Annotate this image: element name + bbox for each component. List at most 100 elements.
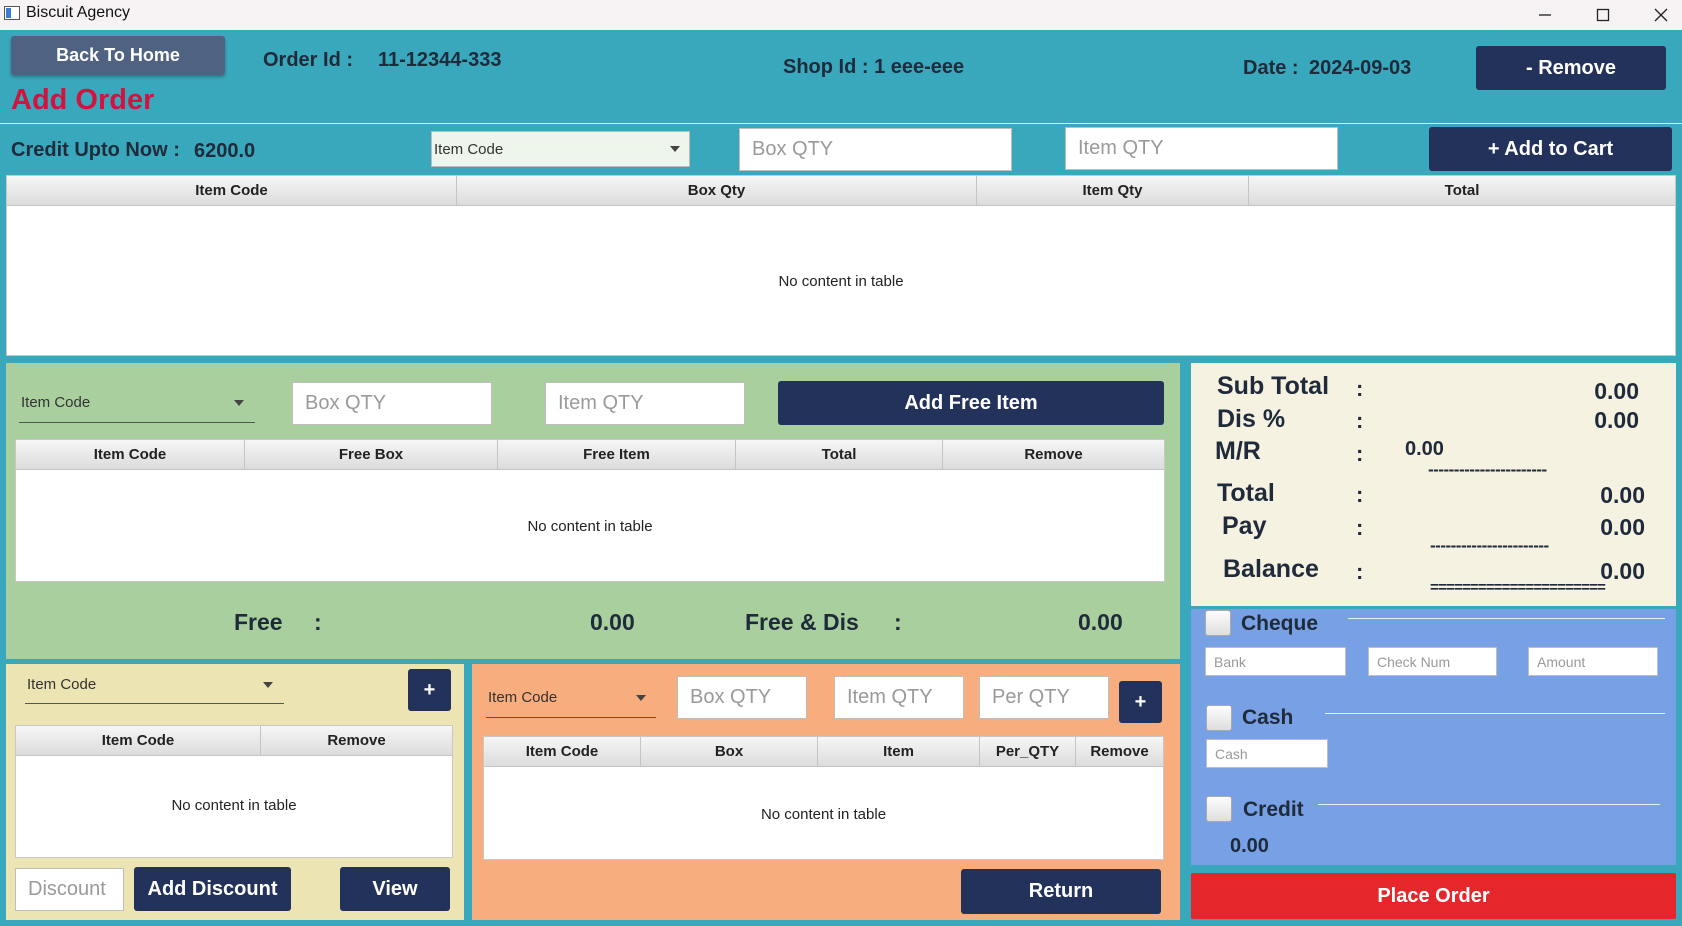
mr-colon: : xyxy=(1356,441,1364,466)
discount-empty-text: No content in table xyxy=(171,797,297,814)
return-item-qty-input[interactable]: Item QTY xyxy=(834,676,964,719)
balance-colon: : xyxy=(1356,559,1364,584)
add-free-item-button[interactable]: Add Free Item xyxy=(778,381,1164,425)
date-value: 2024-09-03 xyxy=(1309,57,1412,79)
cart-col-item-code[interactable]: Item Code xyxy=(7,176,457,205)
summary-divider-2: ----------------------- xyxy=(1430,536,1549,555)
cart-item-qty-input[interactable]: Item QTY xyxy=(1065,127,1338,170)
free-col-item-code[interactable]: Item Code xyxy=(16,440,245,469)
pay-value: 0.00 xyxy=(1600,514,1645,540)
credit-label: Credit Upto Now : xyxy=(11,139,180,161)
summary-divider-double: ====================== xyxy=(1430,579,1606,596)
page-title: Add Order xyxy=(11,84,155,116)
minimize-icon[interactable] xyxy=(1518,0,1572,30)
cheque-label: Cheque xyxy=(1241,612,1319,635)
return-empty-text: No content in table xyxy=(760,806,887,823)
cart-col-total[interactable]: Total xyxy=(1249,176,1675,205)
discount-input[interactable]: Discount xyxy=(15,868,124,911)
return-col-item[interactable]: Item xyxy=(818,737,980,766)
back-to-home-button[interactable]: Back To Home xyxy=(11,36,225,75)
chevron-down-icon xyxy=(636,695,646,701)
cash-label: Cash xyxy=(1242,706,1294,729)
remove-order-button[interactable]: - Remove xyxy=(1476,46,1666,90)
dis-label: Dis % xyxy=(1217,405,1286,433)
return-item-code-combo[interactable]: Item Code xyxy=(486,678,656,718)
amount-input[interactable]: Amount xyxy=(1528,647,1658,676)
return-per-qty-input[interactable]: Per QTY xyxy=(979,676,1109,719)
cart-col-item-qty[interactable]: Item Qty xyxy=(977,176,1249,205)
add-discount-button[interactable]: Add Discount xyxy=(134,867,291,911)
date-label: Date : xyxy=(1243,57,1299,79)
header-divider xyxy=(0,123,1682,124)
balance-value: 0.00 xyxy=(1600,558,1645,584)
sub-total-value: 0.00 xyxy=(1594,378,1639,404)
return-col-remove[interactable]: Remove xyxy=(1076,737,1163,766)
free-dis-colon: : xyxy=(894,609,902,635)
return-col-box[interactable]: Box xyxy=(641,737,818,766)
cash-checkbox[interactable] xyxy=(1206,705,1232,731)
free-colon: : xyxy=(314,609,322,635)
order-id-label: Order Id : xyxy=(263,49,354,71)
add-to-cart-button[interactable]: + Add to Cart xyxy=(1429,127,1672,171)
total-label: Total xyxy=(1217,479,1275,507)
free-item-code-combo[interactable]: Item Code xyxy=(19,383,255,423)
return-button[interactable]: Return xyxy=(961,869,1161,914)
credit-payment-label: Credit xyxy=(1243,798,1304,821)
free-dis-label: Free & Dis xyxy=(745,609,859,635)
credit-checkbox[interactable] xyxy=(1206,796,1232,822)
cart-col-box-qty[interactable]: Box Qty xyxy=(457,176,977,205)
free-dis-value: 0.00 xyxy=(1078,609,1123,635)
balance-label: Balance xyxy=(1223,555,1319,583)
sub-total-colon: : xyxy=(1356,376,1364,401)
cart-item-code-combo[interactable]: Item Code xyxy=(431,131,690,167)
cheque-checkbox[interactable] xyxy=(1205,610,1231,636)
maximize-icon[interactable] xyxy=(1576,0,1630,30)
discount-item-code-combo[interactable]: Item Code xyxy=(25,666,284,704)
app-icon xyxy=(4,6,20,20)
sub-total-label: Sub Total xyxy=(1217,372,1330,400)
return-col-per-qty[interactable]: Per_QTY xyxy=(980,737,1076,766)
place-order-button[interactable]: Place Order xyxy=(1191,873,1676,919)
free-item-qty-input[interactable]: Item QTY xyxy=(545,382,745,425)
discount-table-header: Item Code Remove xyxy=(16,726,452,756)
pay-colon: : xyxy=(1356,515,1364,540)
cash-input[interactable]: Cash xyxy=(1206,739,1328,768)
summary-divider-1: ----------------------- xyxy=(1428,460,1547,479)
mr-label: M/R xyxy=(1215,437,1261,465)
discount-col-item-code[interactable]: Item Code xyxy=(16,726,261,755)
bank-input[interactable]: Bank xyxy=(1205,647,1346,676)
return-add-item-button[interactable]: + xyxy=(1119,681,1162,723)
total-value: 0.00 xyxy=(1600,482,1645,508)
free-col-free-item[interactable]: Free Item xyxy=(498,440,736,469)
window-titlebar: Biscuit Agency xyxy=(0,0,1682,30)
discount-col-remove[interactable]: Remove xyxy=(261,726,452,755)
free-box-qty-input[interactable]: Box QTY xyxy=(292,382,492,425)
check-num-input[interactable]: Check Num xyxy=(1368,647,1497,676)
view-discount-button[interactable]: View xyxy=(340,867,450,911)
free-table-header: Item Code Free Box Free Item Total Remov… xyxy=(16,440,1164,470)
cart-empty-text: No content in table xyxy=(778,273,904,290)
cheque-separator xyxy=(1348,618,1665,619)
dis-value: 0.00 xyxy=(1594,407,1639,433)
discount-table: Item Code Remove No content in table xyxy=(15,725,453,858)
free-col-remove[interactable]: Remove xyxy=(943,440,1164,469)
free-empty-text: No content in table xyxy=(527,518,653,535)
cart-table-header: Item Code Box Qty Item Qty Total xyxy=(7,176,1675,206)
discount-add-item-button[interactable]: + xyxy=(408,669,451,711)
free-col-total[interactable]: Total xyxy=(736,440,943,469)
order-id-value: 11-12344-333 xyxy=(378,49,502,71)
cart-item-code-text: Item Code xyxy=(434,140,504,158)
return-table: Item Code Box Item Per_QTY Remove No con… xyxy=(483,736,1164,860)
close-icon[interactable] xyxy=(1634,0,1682,30)
chevron-down-icon xyxy=(234,400,244,406)
chevron-down-icon xyxy=(670,146,680,152)
credit-separator xyxy=(1318,804,1660,805)
chevron-down-icon xyxy=(263,682,273,688)
cart-box-qty-input[interactable]: Box QTY xyxy=(739,128,1012,171)
free-col-free-box[interactable]: Free Box xyxy=(245,440,498,469)
return-col-item-code[interactable]: Item Code xyxy=(484,737,641,766)
mr-value: 0.00 xyxy=(1405,438,1444,460)
credit-payment-value: 0.00 xyxy=(1230,835,1269,857)
return-box-qty-input[interactable]: Box QTY xyxy=(677,676,807,719)
return-table-header: Item Code Box Item Per_QTY Remove xyxy=(484,737,1163,767)
